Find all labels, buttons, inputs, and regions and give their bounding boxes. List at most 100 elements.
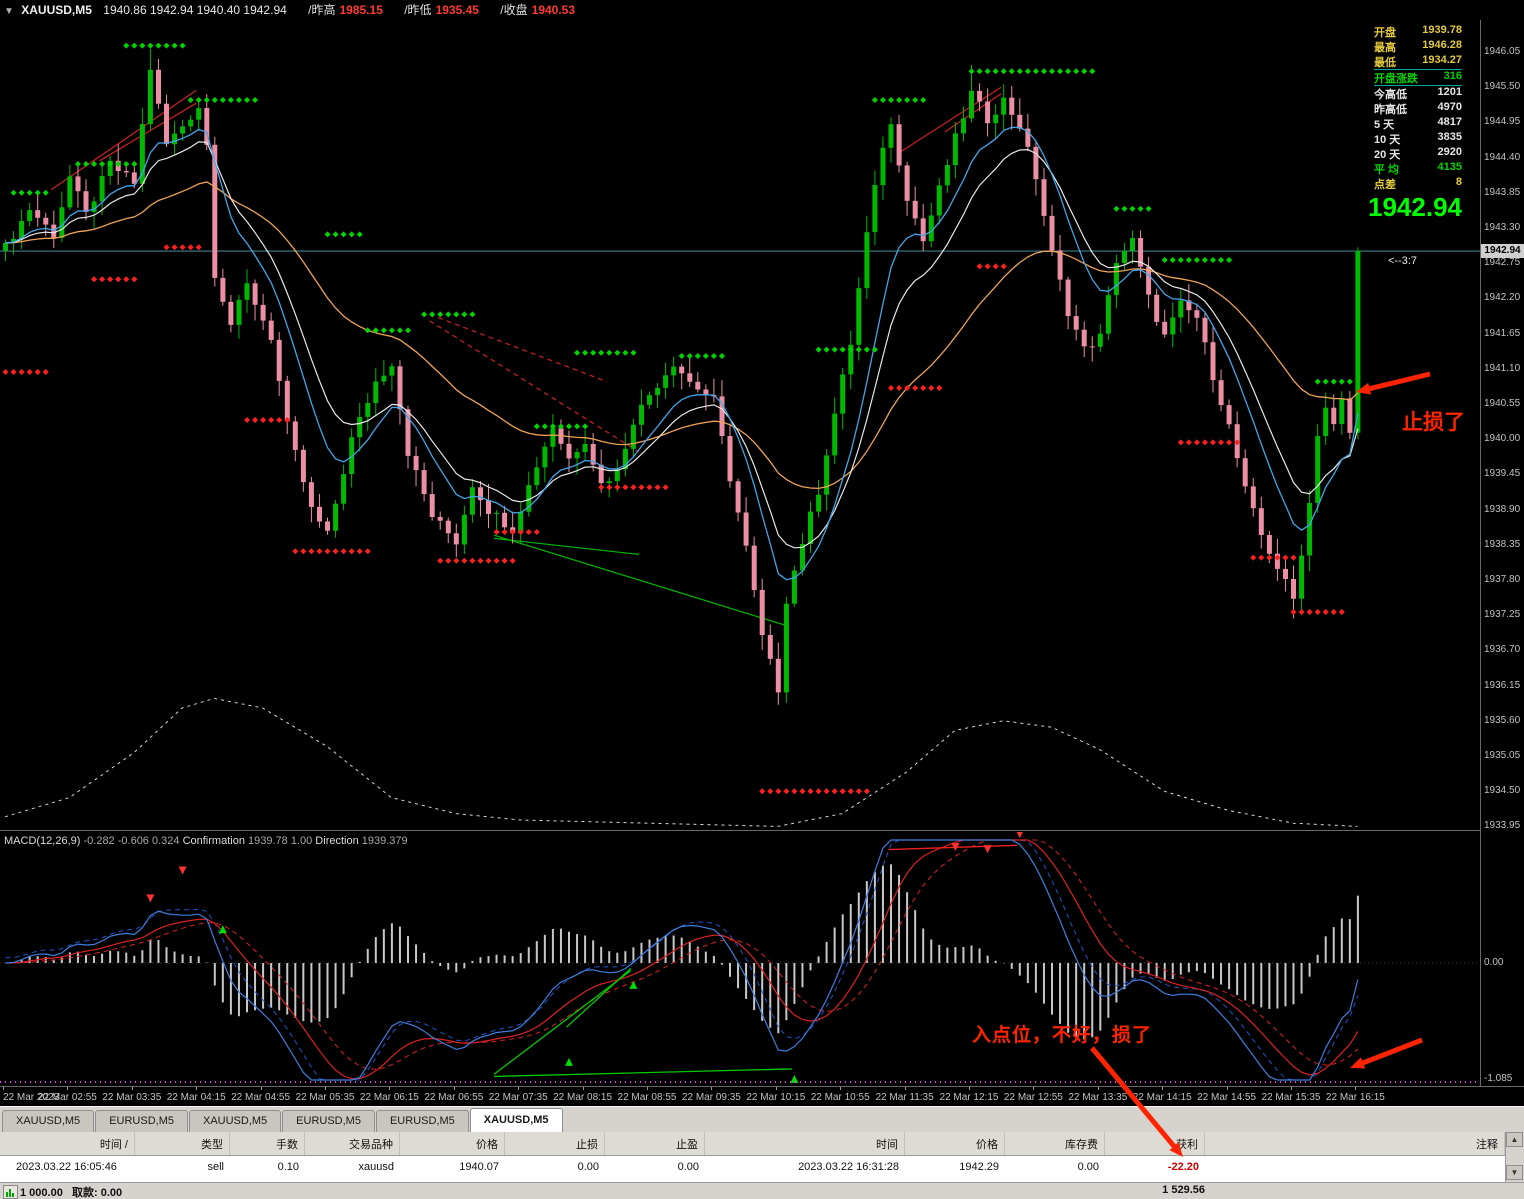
time-tick — [518, 1087, 520, 1090]
time-axis-label: 22 Mar 06:55 — [424, 1092, 484, 1103]
info-row: 开盘涨跌 316 — [1374, 69, 1462, 86]
macd-indicator-values: MACD(12,26,9) -0.282 -0.606 0.324 Confir… — [4, 835, 408, 847]
terminal-header-cell[interactable]: 价格 — [400, 1132, 505, 1155]
time-axis-label: 22 Mar 08:55 — [617, 1092, 677, 1103]
time-tick — [453, 1087, 455, 1090]
price-axis-label: 1940.00 — [1484, 433, 1521, 445]
info-row: 开盘 1939.78 — [1374, 24, 1462, 39]
status-bar: 1 000.00 取款: 0.00 1 529.56 — [0, 1182, 1524, 1199]
macd-panel[interactable] — [0, 832, 1480, 1086]
price-axis-label: 1938.35 — [1484, 538, 1521, 550]
info-row: 10 天 3835 — [1374, 131, 1462, 146]
info-row: 20 天 2920 — [1374, 146, 1462, 161]
mt4-terminal-window: ▼ XAUUSD,M5 1940.86 1942.94 1940.40 1942… — [0, 0, 1524, 1199]
info-row-label: 平 均 — [1374, 164, 1400, 176]
chart-tab-eurusd-m5[interactable]: EURUSD,M5 — [282, 1110, 375, 1132]
time-tick — [1097, 1087, 1099, 1090]
terminal-table-header: 时间 / 类型 手数 交易品种 价格 止损 止盈 时间 价格 库存费 获利 注释 — [0, 1132, 1505, 1156]
info-row-label: 开盘涨跌 — [1374, 73, 1418, 85]
time-tick — [325, 1087, 326, 1090]
price-axis-label: 1941.65 — [1484, 327, 1521, 339]
terminal-header-cell[interactable]: 获利 — [1105, 1132, 1205, 1155]
price-axis-label: 1935.05 — [1484, 750, 1521, 761]
time-tick — [389, 1087, 391, 1090]
time-tick — [1355, 1087, 1357, 1090]
info-row-label: 开盘 — [1374, 27, 1396, 39]
time-axis-label: 22 Mar 14:55 — [1197, 1092, 1257, 1103]
terminal-cell: 1942.29 — [959, 1161, 999, 1173]
time-tick — [582, 1087, 584, 1090]
scroll-up-icon[interactable]: ▲ — [1506, 1132, 1523, 1147]
price-axis-label: 1946.05 — [1484, 46, 1521, 57]
time-tick — [67, 1087, 69, 1090]
chart-macd-divider[interactable] — [0, 830, 1524, 831]
price-axis-label: 1937.25 — [1484, 609, 1521, 621]
info-row: 最高 1946.28 — [1374, 39, 1462, 54]
trade-history-row[interactable]: 2023.03.22 16:05:46 sell 0.10 xauusd 1940.07… — [0, 1156, 1505, 1178]
price-axis-label: 1938.90 — [1484, 503, 1521, 515]
chart-tab-xauusd-m5[interactable]: XAUUSD,M5 — [469, 1108, 563, 1132]
terminal-header-cell[interactable]: 时间 / — [0, 1132, 135, 1155]
time-tick — [1291, 1087, 1292, 1090]
time-tick — [196, 1087, 198, 1090]
terminal-header-cell[interactable]: 时间 — [705, 1132, 905, 1155]
current-price-tag: 1942.94 — [1481, 244, 1524, 259]
symbol-dropdown-icon[interactable]: ▼ — [4, 6, 14, 17]
info-row-label: 昨高低 — [1374, 104, 1407, 116]
stat-prev-close: /收盘 1940.53 — [500, 3, 576, 17]
macd-header-part: -0.606 — [117, 835, 152, 847]
terminal-header-cell[interactable]: 止盈 — [605, 1132, 705, 1155]
terminal-header-cell[interactable]: 手数 — [230, 1132, 305, 1155]
terminal-cell: 0.00 — [677, 1161, 699, 1173]
terminal-scrollbar[interactable]: ▲ ▼ — [1505, 1132, 1524, 1182]
info-row-label: 最低 — [1374, 57, 1396, 69]
equity-value: 1 529.56 — [1162, 1184, 1205, 1196]
time-axis-label: 22 Mar 10:15 — [746, 1092, 806, 1103]
terminal-header-cell[interactable]: 注释 — [1205, 1132, 1505, 1155]
chart-tab-xauusd-m5[interactable]: XAUUSD,M5 — [2, 1110, 95, 1132]
stat-prev-high: /昨高 1985.15 — [308, 3, 383, 17]
price-axis-label: 1944.40 — [1484, 151, 1521, 163]
price-axis-label: 1943.85 — [1484, 186, 1521, 198]
price-axis-label: 1935.60 — [1484, 714, 1521, 726]
stat-prev-low: /昨低 1935.45 — [404, 3, 479, 17]
price-axis-label: 1942.20 — [1484, 292, 1521, 304]
info-row: 昨高低 4970 — [1374, 101, 1462, 116]
price-axis-label: 1937.80 — [1484, 574, 1521, 585]
terminal-header-cell[interactable]: 库存费 — [1005, 1132, 1105, 1155]
time-axis-label: 22 Mar 12:55 — [1003, 1092, 1063, 1103]
macd-axis-label: -1.085 — [1484, 1073, 1513, 1084]
price-axis-label: 1945.50 — [1484, 81, 1521, 93]
time-tick — [1226, 1087, 1228, 1090]
time-axis: 22 Mar 2023 22 Mar 02:55 22 Mar 03:35 22 Ma… — [0, 1086, 1480, 1107]
macd-header-part: 1939.379 — [361, 835, 408, 847]
info-row-label: 点差 — [1374, 179, 1396, 191]
market-info-panel: 开盘 1939.78 最高 1946.28 最低 1934.27 开盘涨跌 316 今高低 120… — [1374, 24, 1462, 191]
price-axis-label: 1943.30 — [1484, 222, 1521, 233]
info-row: 最低 1934.27 — [1374, 54, 1462, 69]
chart-tab-eurusd-m5[interactable]: EURUSD,M5 — [95, 1110, 188, 1132]
terminal-header-cell[interactable]: 交易品种 — [305, 1132, 400, 1155]
info-row-value: 1939.78 — [1422, 24, 1462, 36]
terminal-cell: 0.10 — [277, 1161, 299, 1173]
candlestick-chart[interactable] — [0, 20, 1480, 830]
time-tick — [775, 1087, 777, 1090]
terminal-header-cell[interactable]: 类型 — [135, 1132, 230, 1155]
scroll-down-icon[interactable]: ▼ — [1506, 1165, 1523, 1180]
chart-tab-xauusd-m5[interactable]: XAUUSD,M5 — [188, 1110, 282, 1132]
price-axis-label: 1941.10 — [1484, 362, 1521, 374]
time-tick — [131, 1087, 133, 1090]
price-axis-label: 1933.95 — [1484, 820, 1521, 832]
chart-tab-eurusd-m5[interactable]: EURUSD,M5 — [375, 1110, 469, 1132]
macd-header-part: Direction — [312, 835, 362, 847]
ohlc-quote-values: 1940.86 1942.94 1940.40 1942.94 — [103, 3, 287, 17]
time-axis-label: 22 Mar 03:35 — [102, 1092, 162, 1103]
info-row-label: 20 天 — [1374, 149, 1401, 161]
info-row-value: 4817 — [1437, 116, 1462, 128]
terminal-header-cell[interactable]: 价格 — [905, 1132, 1005, 1155]
terminal-header-cell[interactable]: 止损 — [505, 1132, 605, 1155]
time-tick — [1162, 1087, 1164, 1090]
time-axis-label: 22 Mar 06:15 — [359, 1092, 419, 1103]
info-row-value: 1201 — [1437, 86, 1462, 98]
info-row-value: 1934.27 — [1422, 54, 1462, 66]
